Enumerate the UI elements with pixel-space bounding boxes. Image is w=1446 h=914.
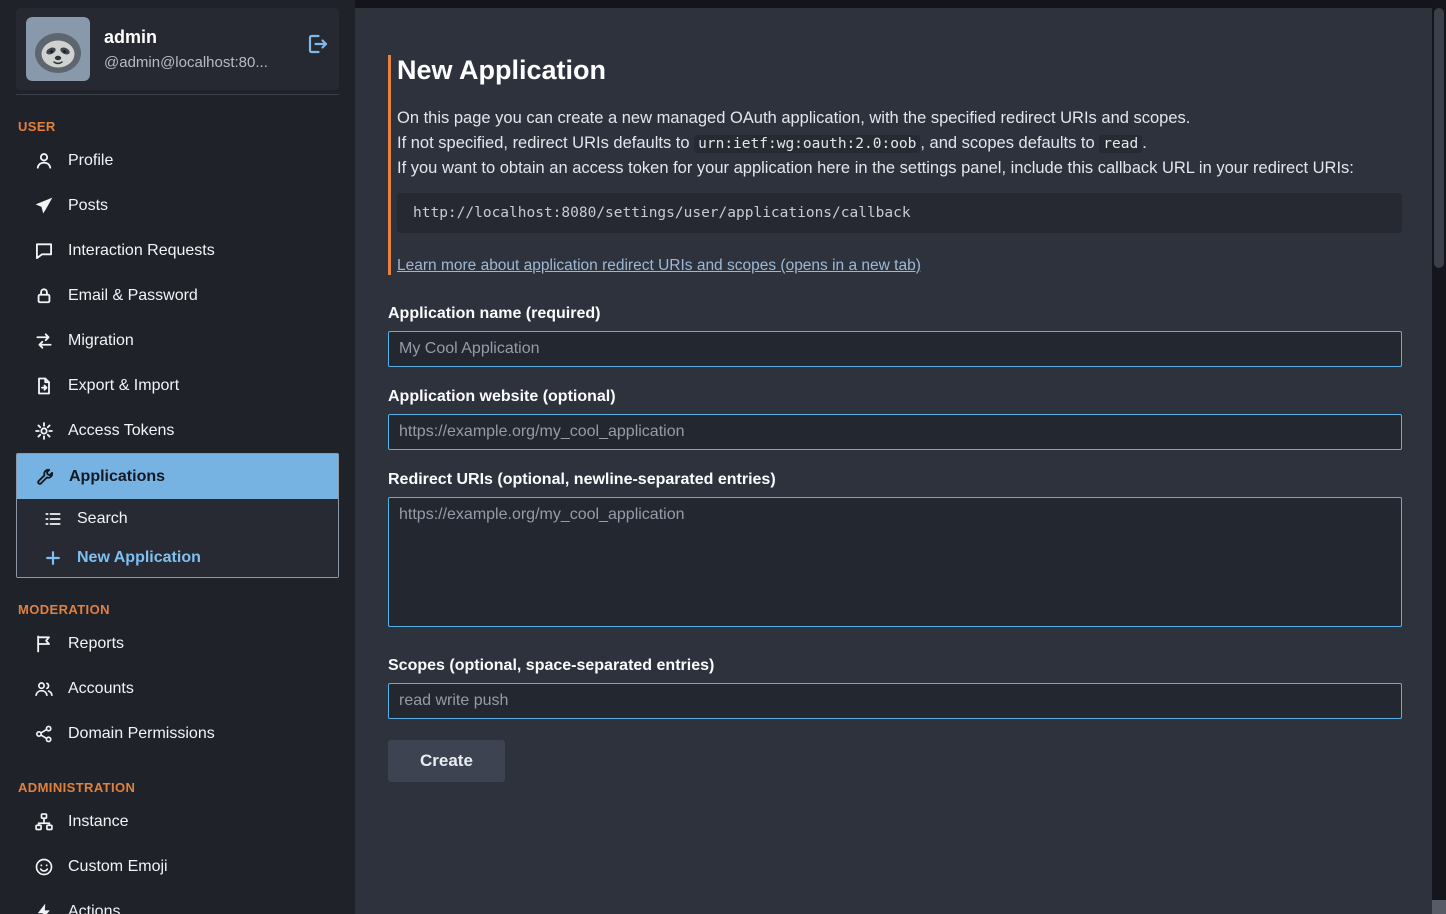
redirect-uris-field-group: Redirect URIs (optional, newline-separat…	[388, 471, 1402, 627]
application-website-field-group: Application website (optional)	[388, 388, 1402, 450]
logout-icon[interactable]	[305, 32, 329, 56]
user-card: admin @admin@localhost:80...	[16, 8, 339, 90]
sidebar-item-label: Export & Import	[68, 374, 179, 397]
section-header-moderation: MODERATION	[18, 602, 355, 617]
sidebar-item-actions[interactable]: Actions	[16, 889, 339, 914]
list-icon	[43, 509, 63, 529]
sidebar-item-label: Custom Emoji	[68, 855, 168, 878]
application-name-input[interactable]	[388, 331, 1402, 367]
applications-submenu: Search New Application	[17, 499, 338, 577]
sitemap-icon	[34, 812, 54, 832]
sidebar-item-label: Reports	[68, 632, 124, 655]
vertical-scrollbar-thumb[interactable]	[1434, 8, 1444, 268]
create-button[interactable]: Create	[388, 740, 505, 782]
sidebar-item-label: Applications	[69, 465, 165, 488]
section-header-administration: ADMINISTRATION	[18, 780, 355, 795]
sidebar-item-label: Interaction Requests	[68, 239, 215, 262]
sidebar-item-label: Posts	[68, 194, 108, 217]
sidebar-item-label: Access Tokens	[68, 419, 174, 442]
sidebar-item-label: Accounts	[68, 677, 134, 700]
application-name-label: Application name (required)	[388, 305, 1402, 323]
sidebar-item-profile[interactable]: Profile	[16, 138, 339, 183]
inline-code-oob: urn:ietf:wg:oauth:2.0:oob	[694, 135, 920, 153]
scopes-input[interactable]	[388, 683, 1402, 719]
docs-link[interactable]: Learn more about application redirect UR…	[397, 257, 921, 275]
sidebar-item-label: Instance	[68, 810, 128, 833]
sidebar-item-label: Domain Permissions	[68, 722, 215, 745]
intro-line-3: If you want to obtain an access token fo…	[397, 156, 1402, 181]
flag-icon	[34, 634, 54, 654]
applications-group: Applications Search New Application	[16, 453, 339, 578]
sidebar-item-access-tokens[interactable]: Access Tokens	[16, 408, 339, 453]
scopes-label: Scopes (optional, space-separated entrie…	[388, 657, 1402, 675]
lock-icon	[34, 286, 54, 306]
bolt-icon	[34, 902, 54, 914]
section-header-user: USER	[18, 119, 355, 134]
share-nodes-icon	[34, 724, 54, 744]
inline-code-read: read	[1099, 135, 1142, 153]
sidebar-item-new-application[interactable]: New Application	[17, 538, 338, 577]
sidebar-item-migration[interactable]: Migration	[16, 318, 339, 363]
sidebar-item-applications[interactable]: Applications	[17, 454, 338, 499]
application-website-label: Application website (optional)	[388, 388, 1402, 406]
sidebar-item-export-import[interactable]: Export & Import	[16, 363, 339, 408]
plus-icon	[43, 548, 63, 568]
application-name-field-group: Application name (required)	[388, 305, 1402, 367]
redirect-uris-textarea[interactable]	[388, 497, 1402, 627]
sidebar-item-label: Migration	[68, 329, 134, 352]
intro-line-2: If not specified, redirect URIs defaults…	[397, 131, 1402, 157]
scrollbar-corner	[1432, 900, 1446, 914]
file-export-icon	[34, 376, 54, 396]
avatar	[26, 17, 90, 81]
wrench-icon	[35, 467, 55, 487]
sidebar-item-accounts[interactable]: Accounts	[16, 666, 339, 711]
redirect-uris-label: Redirect URIs (optional, newline-separat…	[388, 471, 1402, 489]
application-website-input[interactable]	[388, 414, 1402, 450]
new-application-form: Application name (required) Application …	[388, 305, 1402, 782]
user-info: admin @admin@localhost:80...	[104, 27, 329, 71]
sidebar-item-reports[interactable]: Reports	[16, 621, 339, 666]
paper-plane-icon	[34, 196, 54, 216]
page-header: New Application On this page you can cre…	[388, 55, 1402, 275]
vertical-scrollbar-track[interactable]	[1432, 0, 1446, 914]
user-handle: @admin@localhost:80...	[104, 54, 329, 71]
settings-panel: New Application On this page you can cre…	[355, 8, 1432, 914]
smiley-icon	[34, 857, 54, 877]
sidebar: admin @admin@localhost:80... USER Profil…	[0, 0, 355, 914]
gear-icon	[34, 421, 54, 441]
intro-line-1: On this page you can create a new manage…	[397, 106, 1402, 131]
divider	[16, 94, 339, 95]
users-icon	[34, 679, 54, 699]
sidebar-item-label: Email & Password	[68, 284, 198, 307]
sidebar-item-domain-permissions[interactable]: Domain Permissions	[16, 711, 339, 756]
page-title: New Application	[397, 55, 1402, 86]
sidebar-item-interaction-requests[interactable]: Interaction Requests	[16, 228, 339, 273]
sidebar-item-label: Profile	[68, 149, 113, 172]
sidebar-item-email-password[interactable]: Email & Password	[16, 273, 339, 318]
intro-text: On this page you can create a new manage…	[397, 106, 1402, 181]
user-icon	[34, 151, 54, 171]
username: admin	[104, 27, 329, 48]
scopes-field-group: Scopes (optional, space-separated entrie…	[388, 657, 1402, 719]
comment-icon	[34, 241, 54, 261]
sidebar-item-search[interactable]: Search	[17, 499, 338, 538]
sidebar-item-custom-emoji[interactable]: Custom Emoji	[16, 844, 339, 889]
sidebar-item-instance[interactable]: Instance	[16, 799, 339, 844]
transfer-arrows-icon	[34, 331, 54, 351]
callback-url-code-block: http://localhost:8080/settings/user/appl…	[397, 193, 1402, 233]
sidebar-item-label: Actions	[68, 900, 120, 914]
sidebar-item-label: New Application	[77, 546, 201, 569]
sidebar-item-label: Search	[77, 507, 128, 530]
sidebar-item-posts[interactable]: Posts	[16, 183, 339, 228]
